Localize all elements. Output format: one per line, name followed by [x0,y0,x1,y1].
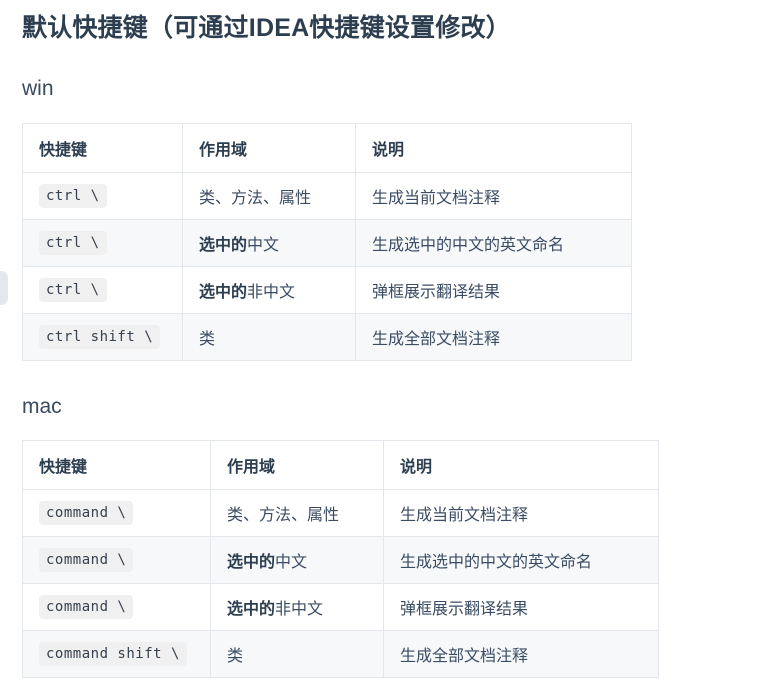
cell-description: 生成全部文档注释 [355,313,632,361]
shortcut-key-code: command shift \ [39,642,187,666]
section-heading-win: win [22,77,54,100]
cell-description: 生成全部文档注释 [383,630,659,678]
shortcut-key-code: ctrl \ [39,231,107,255]
scope-text: 类 [227,648,244,665]
document-page: 默认快捷键（可通过IDEA快捷键设置修改） win 快捷键 作用域 说明 ctr… [0,0,777,694]
shortcut-key-code: command \ [39,501,134,525]
column-header-shortcut: 快捷键 [22,123,183,173]
table-body-mac: command \ 类、方法、属性 生成当前文档注释 command \ 选中的中文 生成… [22,489,659,678]
cell-description: 生成当前文档注释 [383,489,659,537]
cell-scope: 选中的中文 [210,536,384,584]
scope-text: 中文 [247,237,280,254]
cell-shortcut: command \ [22,489,211,537]
cell-shortcut: ctrl \ [22,172,183,220]
table-row: command shift \ 类 生成全部文档注释 [22,630,659,678]
scope-text: 类、方法、属性 [199,190,312,207]
shortcut-key-code: ctrl shift \ [39,325,161,349]
table-row: ctrl \ 类、方法、属性 生成当前文档注释 [22,172,632,220]
section-heading-mac: mac [22,395,62,418]
scope-emphasis: 选中的 [199,284,248,301]
shortcut-key-code: command \ [39,548,134,572]
cell-scope: 选中的非中文 [210,583,384,631]
cell-scope: 类、方法、属性 [182,172,356,220]
scope-text: 中文 [275,554,308,571]
cell-shortcut: command shift \ [22,630,211,678]
left-edge-panel-sliver [0,271,8,305]
shortcut-key-code: command \ [39,595,134,619]
cell-scope: 类 [210,630,384,678]
column-header-shortcut: 快捷键 [22,440,211,490]
table-row: command \ 选中的中文 生成选中的中文的英文命名 [22,536,659,584]
column-header-scope: 作用域 [182,123,356,173]
cell-description: 生成当前文档注释 [355,172,632,220]
table-row: ctrl shift \ 类 生成全部文档注释 [22,313,632,361]
column-header-scope: 作用域 [210,440,384,490]
column-header-description: 说明 [383,440,659,490]
shortcut-key-code: ctrl \ [39,278,107,302]
shortcut-key-code: ctrl \ [39,184,107,208]
table-header-row: 快捷键 作用域 说明 [22,440,659,490]
cell-scope: 选中的中文 [182,219,356,267]
table-row: command \ 类、方法、属性 生成当前文档注释 [22,489,659,537]
cell-shortcut: ctrl \ [22,266,183,314]
table-row: command \ 选中的非中文 弹框展示翻译结果 [22,583,659,631]
table-row: ctrl \ 选中的非中文 弹框展示翻译结果 [22,266,632,314]
table-body-win: ctrl \ 类、方法、属性 生成当前文档注释 ctrl \ 选中的中文 生成选中的中文的… [22,172,632,361]
scope-emphasis: 选中的 [227,554,276,571]
cell-shortcut: command \ [22,536,211,584]
cell-description: 弹框展示翻译结果 [383,583,659,631]
scope-text: 类 [199,331,216,348]
cell-description: 生成选中的中文的英文命名 [383,536,659,584]
cell-scope: 类、方法、属性 [210,489,384,537]
cell-scope: 选中的非中文 [182,266,356,314]
scope-emphasis: 选中的 [199,237,248,254]
column-header-description: 说明 [355,123,632,173]
cell-shortcut: ctrl shift \ [22,313,183,361]
page-title: 默认快捷键（可通过IDEA快捷键设置修改） [22,14,511,42]
shortcut-table-mac: 快捷键 作用域 说明 command \ 类、方法、属性 生成当前文档注释 comma… [22,440,659,678]
scope-text: 非中文 [247,284,296,301]
scope-text: 非中文 [275,601,324,618]
scope-emphasis: 选中的 [227,601,276,618]
cell-description: 弹框展示翻译结果 [355,266,632,314]
cell-description: 生成选中的中文的英文命名 [355,219,632,267]
cell-shortcut: command \ [22,583,211,631]
cell-scope: 类 [182,313,356,361]
table-row: ctrl \ 选中的中文 生成选中的中文的英文命名 [22,219,632,267]
cell-shortcut: ctrl \ [22,219,183,267]
scope-text: 类、方法、属性 [227,507,340,524]
table-header-row: 快捷键 作用域 说明 [22,123,632,173]
shortcut-table-win: 快捷键 作用域 说明 ctrl \ 类、方法、属性 生成当前文档注释 ctrl \ 选中… [22,123,632,361]
